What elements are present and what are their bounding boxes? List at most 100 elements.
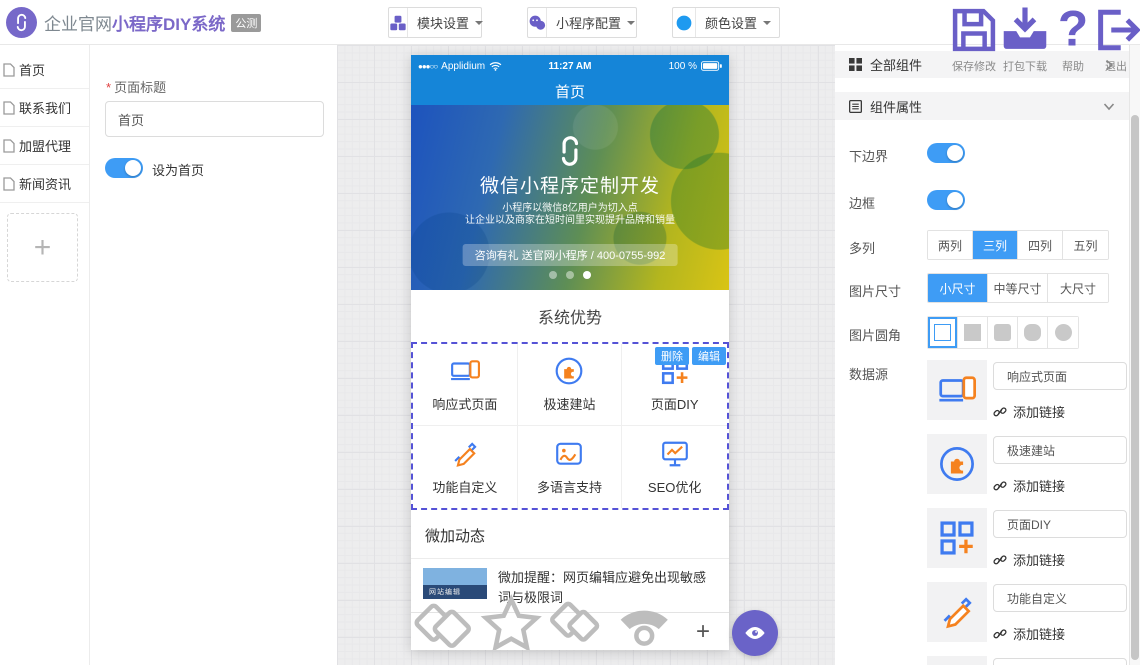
link-icon (993, 405, 1007, 419)
bottom-margin-toggle[interactable] (927, 143, 965, 163)
link-icon (993, 553, 1007, 567)
columns-option-2[interactable]: 两列 (928, 231, 973, 259)
download-icon (999, 4, 1051, 56)
page-doc-icon (3, 63, 15, 77)
chevron-down-icon (763, 21, 771, 29)
set-home-label: 设为首页 (152, 160, 204, 179)
module-settings-button[interactable]: 模块设置 (388, 7, 482, 38)
datasource-title-input[interactable] (993, 584, 1127, 612)
radius-option-medium[interactable] (1018, 317, 1048, 348)
page-settings-panel: *页面标题 设为首页 (90, 45, 337, 665)
datasource-title-input[interactable] (993, 510, 1127, 538)
tab-contact[interactable]: 联系我们 (611, 589, 678, 650)
save-icon (948, 4, 1000, 56)
img-size-label: 图片尺寸 (849, 281, 901, 300)
preview-button[interactable] (732, 610, 778, 656)
page-title-input[interactable] (105, 101, 324, 137)
datasource-row-custom: 添加链接 (927, 582, 1127, 644)
seo-icon (660, 439, 690, 469)
download-button[interactable]: 打包下载 (999, 4, 1051, 74)
tags-icon (411, 591, 478, 650)
tab-weijia[interactable]: 微加互联 (411, 589, 478, 650)
required-mark: * (106, 80, 111, 95)
color-settings-label: 颜色设置 (696, 13, 763, 32)
eye-icon (744, 622, 766, 644)
border-toggle[interactable] (927, 190, 965, 210)
diy-icon (938, 519, 976, 557)
section-title-news[interactable]: 微加动态 (411, 513, 729, 559)
phone-tab-bar: 微加互联 新闻资讯 加盟代理 联系我们 + (411, 612, 729, 650)
columns-option-3-selected[interactable]: 三列 (973, 231, 1018, 259)
datasource-title-input[interactable] (993, 362, 1127, 390)
radius-option-square-selected[interactable] (928, 317, 958, 348)
diamond-icon (544, 591, 611, 650)
grid-item-custom[interactable]: 功能自定义 (413, 426, 518, 508)
img-size-segmented-control: 小尺寸 中等尺寸 大尺寸 (927, 273, 1109, 303)
chevron-down-icon (627, 21, 635, 29)
add-link-button[interactable]: 添加链接 (993, 476, 1065, 495)
color-dot-icon (673, 8, 696, 37)
img-size-medium[interactable]: 中等尺寸 (988, 274, 1048, 302)
scrollbar-thumb[interactable] (1131, 115, 1139, 660)
edit-component-button[interactable]: 编辑 (692, 347, 726, 365)
columns-label: 多列 (849, 238, 875, 257)
banner-title: 微信小程序定制开发 (411, 171, 729, 198)
sidebar-item-label: 联系我们 (19, 98, 71, 117)
datasource-row-speed: 添加链接 (927, 434, 1127, 496)
grid-item-multilang[interactable]: 多语言支持 (518, 426, 623, 508)
banner-contact-pill: 咨询有礼 送官网小程序 / 400-0755-992 (463, 244, 678, 266)
app-title-purple: 小程序DIY系统 (112, 10, 225, 35)
icon-grid-component-selected[interactable]: 删除 编辑 响应式页面 极速建站 页面DIY (411, 342, 729, 510)
component-overlay-actions: 删除 编辑 (655, 347, 726, 365)
sidebar-item-contact[interactable]: 联系我们 (0, 89, 89, 127)
columns-option-4[interactable]: 四列 (1018, 231, 1063, 259)
download-label: 打包下载 (999, 58, 1051, 74)
radius-option-small[interactable] (988, 317, 1018, 348)
sidebar-item-news[interactable]: 新闻资讯 (0, 165, 89, 203)
delete-component-button[interactable]: 删除 (655, 347, 689, 365)
save-label: 保存修改 (948, 58, 1000, 74)
list-icon (849, 100, 862, 113)
battery-label: 100 % (669, 61, 697, 72)
grid-item-speed[interactable]: 极速建站 (518, 344, 623, 426)
add-link-button[interactable]: 添加链接 (993, 624, 1065, 643)
radius-option-none[interactable] (958, 317, 988, 348)
add-tab-button[interactable]: + (677, 618, 729, 646)
sidebar-item-agency[interactable]: 加盟代理 (0, 127, 89, 165)
miniapp-config-button[interactable]: 小程序配置 (527, 7, 637, 38)
app-header: 企业官网 小程序DIY系统 公测 模块设置 小程序配置 颜色设置 保存修改 打包… (0, 0, 1140, 45)
section-title-advantages[interactable]: 系统优势 (411, 290, 729, 342)
toggle-knob (125, 160, 141, 176)
clock-label: 11:27 AM (519, 61, 620, 72)
save-button[interactable]: 保存修改 (948, 4, 1000, 74)
set-home-toggle[interactable] (105, 158, 143, 178)
exit-button[interactable]: 退出 (1090, 4, 1140, 74)
responsive-icon (938, 371, 976, 409)
add-page-button[interactable]: + (7, 213, 78, 282)
radius-option-circle[interactable] (1048, 317, 1078, 348)
sidebar-item-label: 新闻资讯 (19, 174, 71, 193)
link-icon (993, 479, 1007, 493)
datasource-title-input[interactable] (993, 436, 1127, 464)
columns-option-5[interactable]: 五列 (1063, 231, 1108, 259)
component-inspector: 全部组件 组件属性 下边界 边框 多列 两列 三列 四列 五列 图片尺寸 小尺寸… (835, 45, 1129, 665)
phone-nav-title: 首页 (411, 77, 729, 105)
star-icon (478, 591, 545, 650)
add-link-button[interactable]: 添加链接 (993, 550, 1065, 569)
datasource-title-input[interactable] (993, 658, 1127, 665)
sidebar-item-home[interactable]: 首页 (0, 51, 89, 89)
signal-dots-icon: ●●●○○ (418, 62, 437, 71)
tab-news[interactable]: 新闻资讯 (478, 589, 545, 650)
img-size-small-selected[interactable]: 小尺寸 (928, 274, 988, 302)
page-doc-icon (3, 101, 15, 115)
add-link-button[interactable]: 添加链接 (993, 402, 1065, 421)
color-settings-button[interactable]: 颜色设置 (672, 7, 780, 38)
img-size-large[interactable]: 大尺寸 (1048, 274, 1108, 302)
sidebar-item-label: 加盟代理 (19, 136, 71, 155)
phone-preview: ●●●○○ Applidium 11:27 AM 100 % 首页 微信小程序定… (411, 55, 729, 650)
grid-item-seo[interactable]: SEO优化 (622, 426, 727, 508)
tab-agency[interactable]: 加盟代理 (544, 589, 611, 650)
grid-item-responsive[interactable]: 响应式页面 (413, 344, 518, 426)
banner-component[interactable]: 微信小程序定制开发 小程序以微信8亿用户为切入点 让企业以及商家在短时间里实现提… (411, 105, 729, 290)
component-props-header[interactable]: 组件属性 (835, 92, 1129, 120)
